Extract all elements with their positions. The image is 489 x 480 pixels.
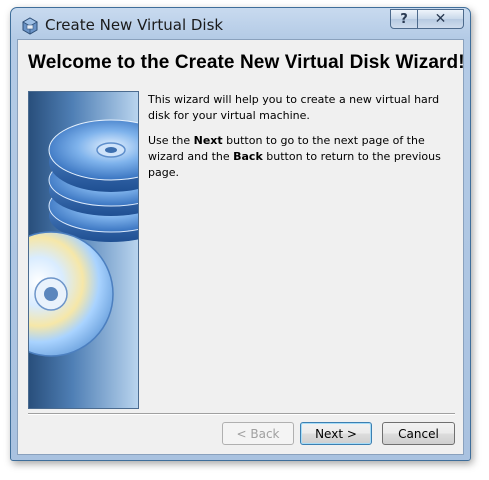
title-bar[interactable]: Create New Virtual Disk ? ✕ bbox=[11, 8, 470, 42]
cancel-button[interactable]: Cancel bbox=[382, 422, 455, 445]
caption-buttons: ? ✕ bbox=[390, 9, 464, 29]
page-title: Welcome to the Create New Virtual Disk W… bbox=[28, 52, 465, 73]
button-divider bbox=[28, 413, 455, 415]
wizard-side-image bbox=[28, 91, 139, 409]
wizard-page: Welcome to the Create New Virtual Disk W… bbox=[17, 39, 465, 455]
close-icon[interactable]: ✕ bbox=[418, 9, 464, 29]
virtualbox-cube-icon bbox=[21, 17, 39, 35]
wizard-window: Create New Virtual Disk ? ✕ Welcome to t… bbox=[10, 7, 471, 461]
window-title: Create New Virtual Disk bbox=[45, 16, 224, 34]
nav-text-1: Use the bbox=[148, 134, 194, 147]
back-button[interactable]: < Back bbox=[222, 422, 294, 445]
nav-back-word: Back bbox=[233, 150, 263, 163]
intro-paragraph: This wizard will help you to create a ne… bbox=[148, 93, 440, 122]
next-button[interactable]: Next > bbox=[300, 422, 372, 445]
nav-next-word: Next bbox=[193, 134, 223, 147]
wizard-description: This wizard will help you to create a ne… bbox=[148, 92, 460, 190]
help-icon[interactable]: ? bbox=[390, 9, 418, 29]
navigation-paragraph: Use the Next button to go to the next pa… bbox=[148, 133, 460, 181]
